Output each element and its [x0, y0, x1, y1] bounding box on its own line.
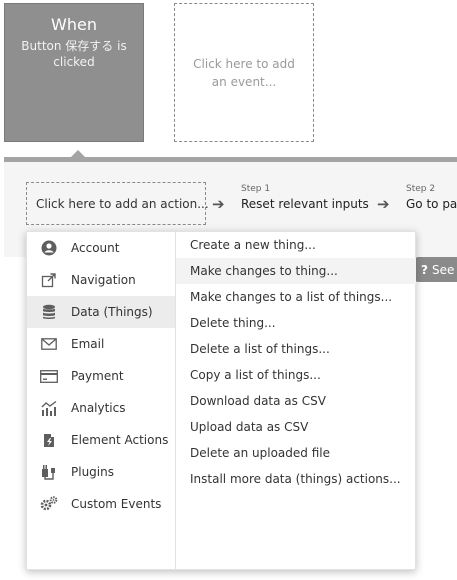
action-download-csv[interactable]: Download data as CSV	[176, 388, 416, 414]
account-icon	[40, 239, 58, 257]
add-event-button[interactable]: Click here to add an event...	[174, 3, 314, 142]
action-label: Copy a list of things...	[190, 368, 321, 382]
action-delete-uploaded-file[interactable]: Delete an uploaded file	[176, 440, 416, 466]
step-1-title: Reset relevant inputs	[241, 197, 369, 211]
element-actions-icon	[40, 431, 58, 449]
category-element-actions[interactable]: Element Actions	[27, 424, 175, 456]
payment-icon	[40, 367, 58, 385]
action-menu: Account Navigation Data (Things) Email P…	[26, 231, 416, 570]
add-action-label: Click here to add an action...	[36, 196, 209, 211]
action-label: Create a new thing...	[190, 238, 316, 252]
add-event-label: Click here to add an event...	[193, 56, 295, 89]
step-2-title: Go to page	[406, 197, 457, 211]
category-label: Payment	[71, 369, 124, 383]
email-icon	[40, 335, 58, 353]
help-icon: ?	[421, 262, 428, 277]
action-install-more[interactable]: Install more data (things) actions...	[176, 466, 416, 492]
plugins-icon	[40, 463, 58, 481]
custom-events-icon	[40, 495, 58, 513]
event-title: When	[51, 15, 97, 34]
category-label: Custom Events	[71, 497, 162, 511]
action-label: Delete an uploaded file	[190, 446, 330, 460]
category-data-things[interactable]: Data (Things)	[27, 296, 175, 328]
action-make-changes-to-thing[interactable]: Make changes to thing...	[176, 258, 416, 284]
category-label: Analytics	[71, 401, 126, 415]
action-create-new-thing[interactable]: Create a new thing...	[176, 232, 416, 258]
category-analytics[interactable]: Analytics	[27, 392, 175, 424]
step-2-label: Step 2	[406, 184, 436, 194]
action-label: Install more data (things) actions...	[190, 472, 401, 486]
category-email[interactable]: Email	[27, 328, 175, 360]
action-copy-list-of-things[interactable]: Copy a list of things...	[176, 362, 416, 388]
action-label: Download data as CSV	[190, 394, 326, 408]
category-label: Email	[71, 337, 105, 351]
action-delete-list-of-things[interactable]: Delete a list of things...	[176, 336, 416, 362]
category-plugins[interactable]: Plugins	[27, 456, 175, 488]
category-navigation[interactable]: Navigation	[27, 264, 175, 296]
category-payment[interactable]: Payment	[27, 360, 175, 392]
navigation-icon	[40, 271, 58, 289]
step-1-label: Step 1	[241, 184, 271, 194]
action-make-changes-to-list[interactable]: Make changes to a list of things...	[176, 284, 416, 310]
category-custom-events[interactable]: Custom Events	[27, 488, 175, 520]
database-icon	[40, 303, 58, 321]
event-description: Button 保存する is clicked	[21, 39, 127, 69]
category-label: Navigation	[71, 273, 136, 287]
action-label: Make changes to a list of things...	[190, 290, 393, 304]
event-trigger-card[interactable]: When Button 保存する is clicked	[4, 3, 144, 142]
see-button-label: See	[431, 262, 455, 277]
category-account[interactable]: Account	[27, 232, 175, 264]
action-label: Delete thing...	[190, 316, 276, 330]
category-label: Element Actions	[71, 433, 169, 447]
action-label: Make changes to thing...	[190, 264, 338, 278]
category-label: Plugins	[71, 465, 114, 479]
see-reference-button[interactable]: ? See	[415, 257, 457, 282]
action-label: Delete a list of things...	[190, 342, 330, 356]
arrow-right-icon: ➔	[377, 195, 390, 213]
arrow-right-icon: ➔	[212, 195, 225, 213]
category-label: Data (Things)	[71, 305, 153, 319]
action-label: Upload data as CSV	[190, 420, 309, 434]
action-upload-csv[interactable]: Upload data as CSV	[176, 414, 416, 440]
analytics-icon	[40, 399, 58, 417]
category-label: Account	[71, 241, 120, 255]
action-delete-thing[interactable]: Delete thing...	[176, 310, 416, 336]
add-action-button[interactable]: Click here to add an action...	[26, 182, 209, 225]
